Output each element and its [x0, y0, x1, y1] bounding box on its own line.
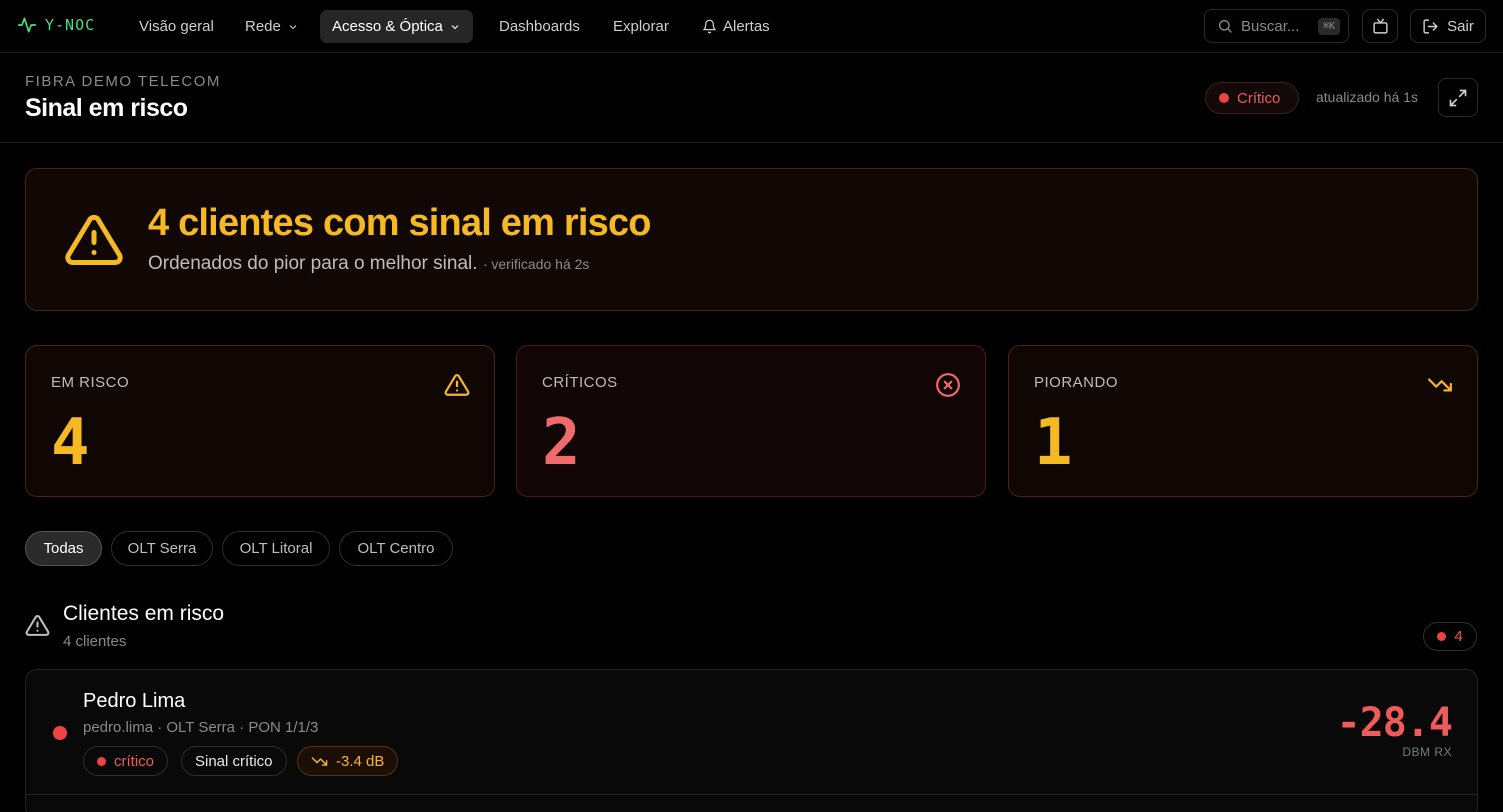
logout-icon: [1423, 18, 1438, 34]
nav-item-acesso-optica[interactable]: Acesso & Óptica: [320, 10, 473, 43]
warning-icon: [65, 214, 123, 265]
filter-chip-label: Todas: [43, 540, 84, 557]
logout-button[interactable]: Sair: [1410, 9, 1486, 43]
stat-label: CRÍTICOS: [542, 374, 618, 391]
fullscreen-button[interactable]: [1438, 78, 1478, 117]
stat-value: 1: [1034, 406, 1073, 480]
filter-chip-label: OLT Serra: [127, 540, 197, 557]
stat-value: 4: [51, 406, 90, 480]
chevron-down-icon: [289, 24, 297, 29]
stat-value: 2: [542, 406, 581, 480]
risk-banner: 4 clientes com sinal em risco Ordenados …: [25, 168, 1478, 311]
search-icon: [1219, 20, 1232, 33]
banner-subtitle-text: Ordenados do pior para o melhor sinal.: [148, 253, 478, 274]
stat-label: EM RISCO: [51, 374, 130, 391]
nav-item-label: Explorar: [613, 18, 669, 35]
severity-tag: crítico: [83, 746, 169, 776]
chevron-down-icon: [451, 24, 459, 29]
status-dot: [1219, 93, 1229, 103]
filter-chip-label: OLT Centro: [357, 540, 435, 557]
nav-item-label: Dashboards: [499, 18, 580, 35]
trend-tag: -3.4 dB: [297, 746, 399, 776]
row-divider: [26, 794, 1477, 795]
nav-item-explorar[interactable]: Explorar: [601, 10, 681, 43]
count-dot: [1437, 632, 1447, 641]
nav-item-dashboards[interactable]: Dashboards: [487, 10, 592, 43]
client-row[interactable]: Pedro Lima pedro.lima · OLT Serra · PON …: [25, 669, 1478, 812]
brand-logo[interactable]: Y-NOC: [17, 15, 95, 35]
count-badge: 4: [1423, 622, 1477, 651]
shortcut-badge: ⌘K: [1317, 17, 1340, 35]
organization-name: FIBRA DEMO TELECOM: [25, 73, 221, 90]
signal-value: -28.4: [1336, 700, 1453, 746]
filter-chip-olt-centro[interactable]: OLT Centro: [339, 531, 453, 566]
signal-unit: DBM RX: [1402, 745, 1452, 759]
search-input[interactable]: Buscar... ⌘K: [1204, 9, 1349, 43]
nav-item-alertas[interactable]: Alertas: [690, 10, 782, 43]
status-tag-label: Sinal crítico: [195, 752, 273, 770]
search-placeholder: Buscar...: [1241, 17, 1300, 35]
filter-chip-olt-litoral[interactable]: OLT Litoral: [222, 531, 330, 566]
banner-title: 4 clientes com sinal em risco: [148, 202, 652, 244]
pulse-icon: [17, 17, 37, 33]
filter-chip-todas[interactable]: Todas: [25, 531, 102, 566]
tv-icon: [1372, 18, 1388, 34]
client-meta: pedro.lima · OLT Serra · PON 1/1/3: [83, 719, 319, 736]
stat-card-piorando: PIORANDO 1: [1008, 345, 1478, 497]
top-navbar: Y-NOC Visão geral Rede Acesso & Óptica D…: [0, 0, 1503, 53]
status-label: Crítico: [1237, 89, 1281, 107]
section-subtitle: 4 clientes: [63, 633, 127, 650]
bell-icon: [703, 19, 716, 34]
severity-tag-dot: [97, 756, 106, 766]
nav-item-label: Rede: [245, 18, 281, 35]
count-value: 4: [1454, 628, 1463, 645]
nav-item-visao-geral[interactable]: Visão geral: [127, 10, 226, 43]
stat-label: PIORANDO: [1034, 374, 1119, 391]
logout-label: Sair: [1447, 17, 1474, 35]
trending-down-icon: [311, 756, 328, 766]
filter-chip-olt-serra[interactable]: OLT Serra: [111, 531, 213, 566]
warning-icon: [444, 374, 470, 396]
client-name: Pedro Lima: [83, 690, 186, 712]
x-circle-icon: [936, 373, 960, 397]
banner-subtitle: Ordenados do pior para o melhor sinal. ·…: [148, 253, 589, 275]
page-header: FIBRA DEMO TELECOM Sinal em risco Crític…: [0, 53, 1503, 143]
nav-item-rede[interactable]: Rede: [233, 10, 311, 43]
trending-down-icon: [1428, 378, 1452, 392]
nav-item-label: Visão geral: [139, 18, 214, 35]
trend-tag-label: -3.4 dB: [336, 752, 385, 770]
status-badge: Crítico: [1205, 82, 1299, 114]
page-title: Sinal em risco: [25, 94, 188, 122]
section-title: Clientes em risco: [63, 602, 225, 625]
stat-card-criticos: CRÍTICOS 2: [516, 345, 986, 497]
severity-tag-label: crítico: [114, 752, 155, 770]
nav-item-label: Alertas: [723, 18, 770, 35]
severity-dot: [53, 726, 67, 740]
tv-mode-button[interactable]: [1362, 9, 1398, 43]
status-tag: Sinal crítico: [181, 746, 287, 776]
filter-chip-label: OLT Litoral: [239, 540, 313, 557]
banner-checked: · verificado há 2s: [482, 256, 590, 272]
nav-item-label: Acesso & Óptica: [332, 18, 443, 35]
warning-icon: [25, 615, 50, 636]
expand-icon: [1449, 89, 1467, 106]
last-updated: atualizado há 1s: [1316, 89, 1418, 105]
brand-name: Y-NOC: [45, 16, 96, 34]
stat-card-em-risco: EM RISCO 4: [25, 345, 495, 497]
